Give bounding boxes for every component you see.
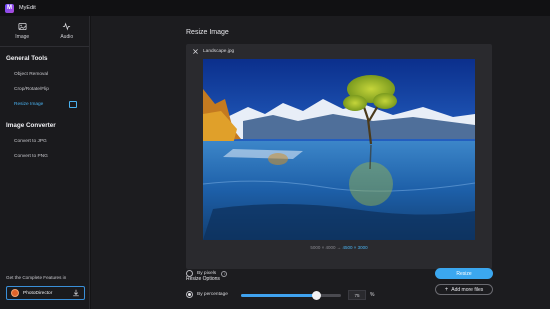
photodirector-name: PhotoDirector — [23, 290, 53, 296]
resize-icon — [69, 101, 77, 108]
app-logo-letter: M — [7, 5, 12, 11]
general-tools-heading: General Tools — [6, 55, 48, 62]
slider-thumb[interactable] — [311, 291, 321, 300]
sidebar-item-label: Convert to PNG — [14, 154, 48, 159]
sidebar-item-label: Convert to JPG — [14, 139, 47, 144]
by-pixels-option[interactable]: By pixels i — [186, 270, 228, 277]
sidebar-item-label: Resize Image — [14, 102, 44, 107]
by-percentage-label: By percentage — [197, 292, 228, 297]
app-title: MyEdit — [19, 5, 36, 11]
main-panel: Resize Image Landscape.jpg 5000 × 4000 →… — [91, 16, 550, 309]
info-icon[interactable]: i — [221, 270, 228, 277]
landscape-photo — [203, 59, 475, 240]
sidebar-item-crop-rotate-flip[interactable]: Crop/Rotate/Flip — [0, 82, 89, 97]
by-percentage-radio[interactable] — [186, 291, 193, 298]
by-percentage-option[interactable]: By percentage — [186, 291, 228, 298]
sidebar-item-label: Object Removal — [14, 72, 49, 77]
app-logo: M — [5, 3, 14, 13]
add-more-files-button[interactable]: + Add more files — [435, 284, 493, 295]
tab-image-label: Image — [15, 34, 30, 40]
percent-sign: % — [370, 292, 375, 298]
plus-icon: + — [444, 286, 449, 293]
tab-image[interactable]: Image — [0, 16, 45, 46]
photodirector-promo-button[interactable]: PhotoDirector — [6, 286, 85, 300]
sidebar-item-label: Crop/Rotate/Flip — [14, 87, 49, 92]
add-more-files-label: Add more files — [451, 286, 484, 293]
resize-button[interactable]: Resize — [435, 268, 493, 279]
slider-fill — [241, 294, 316, 297]
dimensions-readout: 5000 × 4000 → 4500 × 3000 — [186, 245, 492, 250]
new-dimensions: 4500 × 3000 — [342, 245, 368, 250]
sidebar-item-object-removal[interactable]: Object Removal — [0, 67, 89, 82]
sidebar-item-resize-image[interactable]: Resize Image — [0, 97, 89, 112]
sidebar-item-convert-jpg[interactable]: Convert to JPG — [0, 134, 89, 149]
percentage-slider[interactable] — [241, 291, 341, 300]
tab-audio[interactable]: Audio — [45, 16, 90, 46]
by-pixels-label: By pixels — [197, 271, 217, 276]
arrow-icon: → — [336, 245, 342, 250]
download-icon — [73, 289, 79, 297]
media-tabs: Image Audio — [0, 16, 89, 47]
percentage-input[interactable]: 75 — [348, 290, 366, 300]
title-bar: M MyEdit — [0, 0, 550, 16]
file-name: Landscape.jpg — [203, 49, 235, 54]
original-dimensions: 5000 × 4000 — [310, 245, 336, 250]
by-pixels-radio[interactable] — [186, 270, 193, 277]
promo-text: Get the Complete Features in — [6, 275, 67, 280]
photodirector-logo-icon — [11, 289, 19, 297]
tab-audio-label: Audio — [60, 34, 74, 40]
close-icon[interactable] — [192, 48, 199, 55]
image-converter-heading: Image Converter — [6, 122, 56, 129]
audio-icon — [63, 22, 71, 31]
preview-card: Landscape.jpg 5000 × 4000 → 4500 × 3000 — [186, 44, 492, 269]
image-icon — [18, 22, 27, 31]
page-title: Resize Image — [186, 29, 229, 36]
sidebar: Image Audio General Tools Object Removal… — [0, 16, 90, 309]
sidebar-item-convert-png[interactable]: Convert to PNG — [0, 149, 89, 164]
